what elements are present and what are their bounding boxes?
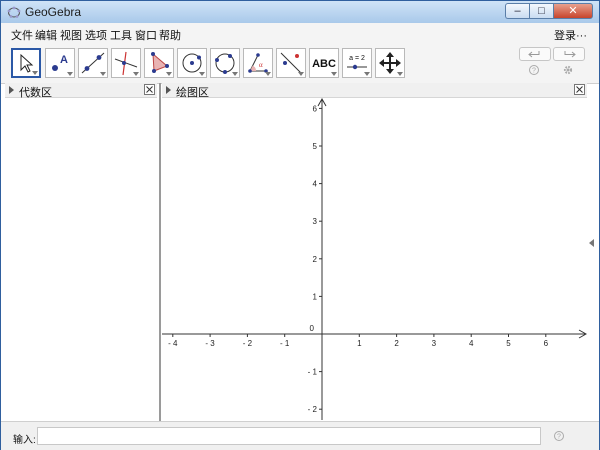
- menu-file[interactable]: 文件: [11, 27, 33, 43]
- svg-text:?: ?: [532, 68, 536, 75]
- close-algebra-view-button[interactable]: [144, 84, 155, 95]
- maximize-icon: □: [538, 5, 545, 17]
- collapse-side-panel-icon[interactable]: [589, 239, 594, 247]
- angle-label: α: [259, 61, 263, 69]
- close-icon: ✕: [568, 5, 578, 17]
- reflect-tool[interactable]: [276, 48, 306, 78]
- coordinate-axes: 0 - 4 - 3 - 2 - 1 1 2 3 4 5 6 - 2 - 1 1 2 3 4 5 6: [162, 97, 588, 420]
- input-label: 输入:: [13, 435, 36, 446]
- y-tick-label: 2: [313, 255, 318, 264]
- graphics-view[interactable]: 0 - 4 - 3 - 2 - 1 1 2 3 4 5 6 - 2 - 1 1 2 3 4 5 6: [162, 97, 588, 420]
- maximize-button[interactable]: □: [529, 3, 553, 19]
- geogebra-logo-icon: [7, 6, 21, 18]
- close-window-button[interactable]: ✕: [553, 3, 593, 19]
- y-tick-label: - 1: [308, 368, 318, 377]
- x-tick-label: 6: [544, 339, 549, 348]
- title-bar: GeoGebra – □ ✕: [1, 1, 599, 23]
- y-tick-label: 3: [313, 217, 318, 226]
- menu-edit[interactable]: 编辑: [35, 27, 57, 43]
- point-tool[interactable]: A: [45, 48, 75, 78]
- y-tick-label: - 2: [308, 405, 318, 414]
- undo-button[interactable]: [519, 47, 551, 61]
- close-icon: [146, 86, 153, 93]
- y-tick-label: 1: [313, 292, 318, 301]
- window-title: GeoGebra: [25, 5, 82, 19]
- x-tick-label: - 4: [168, 339, 178, 348]
- svg-text:?: ?: [557, 434, 561, 441]
- algebra-view-header: 代数区: [5, 83, 157, 99]
- x-tick-label: 4: [469, 339, 474, 348]
- expand-arrow-icon[interactable]: [166, 86, 171, 94]
- origin-label: 0: [310, 324, 315, 333]
- x-tick-label: - 2: [243, 339, 253, 348]
- x-tick-label: 2: [394, 339, 399, 348]
- slider-tool-label: a = 2: [349, 55, 365, 62]
- close-icon: [576, 86, 583, 93]
- circle-tool[interactable]: [177, 48, 207, 78]
- text-tool-label: ABC: [312, 58, 336, 70]
- angle-tool[interactable]: α: [243, 48, 273, 78]
- x-tick-label: 1: [357, 339, 362, 348]
- help-icon[interactable]: ?: [528, 64, 540, 76]
- redo-icon: [564, 51, 576, 58]
- x-tick-label: 3: [432, 339, 437, 348]
- perpendicular-line-tool[interactable]: [111, 48, 141, 78]
- menu-window[interactable]: 窗口: [135, 27, 157, 43]
- input-help-icon[interactable]: ?: [553, 430, 565, 442]
- menu-bar: 文件 编辑 视图 选项 工具 窗口 帮助 登录···: [1, 23, 599, 43]
- circle-three-points-tool[interactable]: [210, 48, 240, 78]
- text-tool[interactable]: ABC: [309, 48, 339, 78]
- toolbar: A α ABC a = 2 ?: [1, 43, 599, 84]
- close-graphics-view-button[interactable]: [574, 84, 585, 95]
- y-tick-label: 4: [313, 180, 318, 189]
- input-bar: 输入: ?: [1, 421, 599, 450]
- y-tick-label: 6: [313, 104, 318, 113]
- move-graphics-tool[interactable]: [375, 48, 405, 78]
- menu-tools[interactable]: 工具: [110, 27, 132, 43]
- axis-ticks: - 4 - 3 - 2 - 1 1 2 3 4 5 6 - 2 - 1 1 2 3 4 5 6: [168, 104, 548, 414]
- x-tick-label: 5: [506, 339, 511, 348]
- minimize-icon: –: [514, 5, 521, 17]
- algebra-view[interactable]: [5, 98, 159, 420]
- window-controls: – □ ✕: [505, 3, 593, 19]
- polygon-tool[interactable]: [144, 48, 174, 78]
- input-field[interactable]: [37, 427, 541, 445]
- undo-icon: [528, 51, 540, 58]
- view-divider[interactable]: [159, 83, 161, 421]
- x-tick-label: - 3: [205, 339, 215, 348]
- app-window: GeoGebra – □ ✕ 文件 编辑 视图 选项 工具 窗口 帮助 登录··…: [0, 0, 600, 450]
- minimize-button[interactable]: –: [505, 3, 529, 19]
- move-tool[interactable]: [11, 48, 41, 78]
- slider-tool[interactable]: a = 2: [342, 48, 372, 78]
- gear-icon[interactable]: [562, 64, 574, 76]
- x-tick-label: - 1: [280, 339, 290, 348]
- redo-button[interactable]: [553, 47, 585, 61]
- login-link[interactable]: 登录···: [554, 27, 587, 43]
- expand-arrow-icon[interactable]: [9, 86, 14, 94]
- menu-options[interactable]: 选项: [85, 27, 107, 43]
- graphics-view-header: 绘图区: [162, 83, 587, 99]
- menu-view[interactable]: 视图: [60, 27, 82, 43]
- menu-help[interactable]: 帮助: [159, 27, 181, 43]
- line-tool[interactable]: [78, 48, 108, 78]
- point-label: A: [60, 54, 68, 66]
- y-tick-label: 5: [313, 142, 318, 151]
